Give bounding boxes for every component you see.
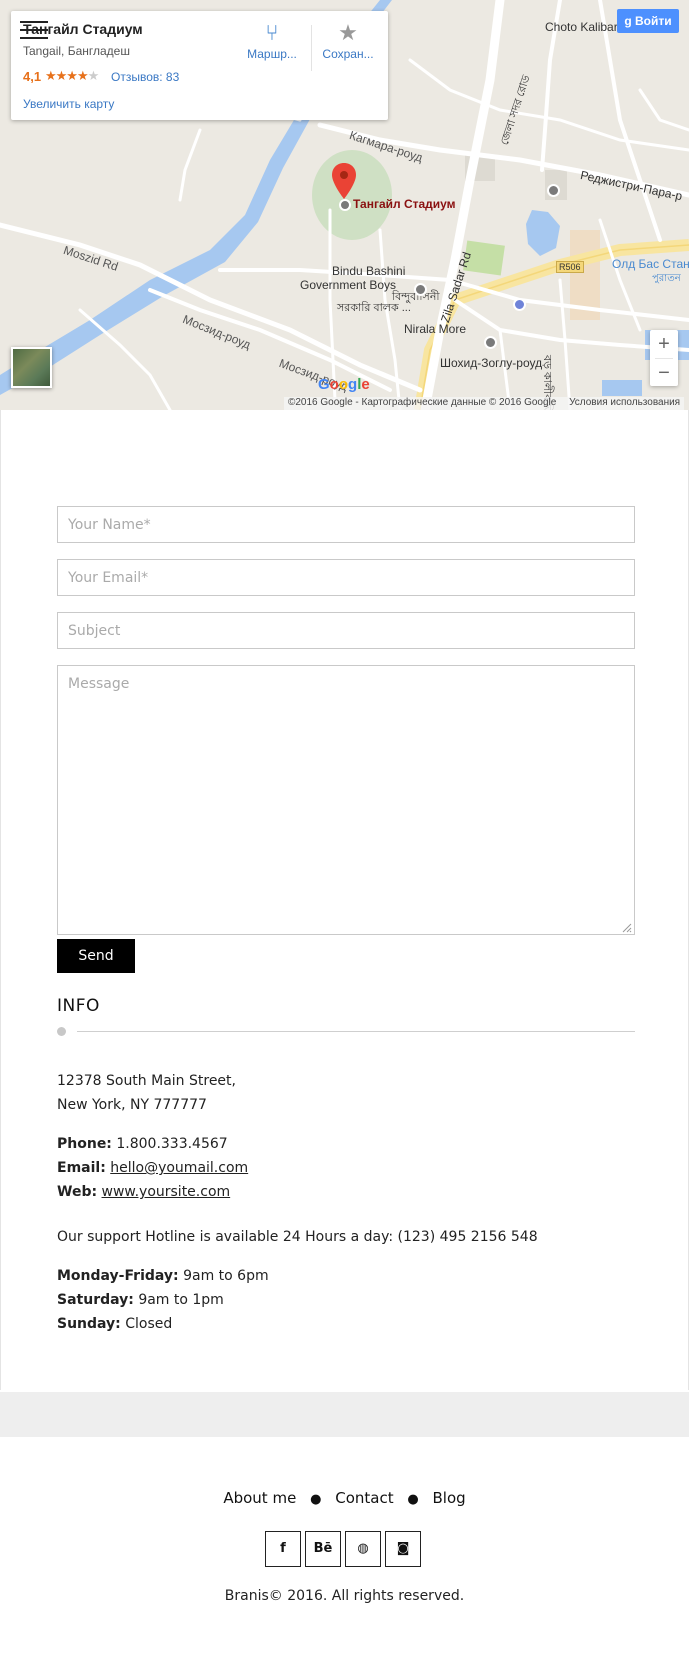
- poi-marker-icon[interactable]: [414, 283, 427, 296]
- page: Choto Kalibari Кагмара-роуд Реджистри-Па…: [0, 0, 689, 1670]
- heading-dot-icon: [57, 1027, 66, 1036]
- place-info-card: Тангайл Стадиум Tangail, Бангладеш 4,1 ★…: [11, 11, 388, 120]
- card-divider: [311, 25, 312, 71]
- map-label-r506: R506: [556, 261, 584, 273]
- footer-link-contact[interactable]: Contact: [335, 1489, 393, 1507]
- hours-label: Sunday:: [57, 1316, 121, 1332]
- hours-row: Saturday: 9am to 1pm: [57, 1292, 224, 1308]
- stadium-poi-icon: [339, 199, 351, 211]
- phone-label: Phone:: [57, 1136, 112, 1152]
- poi-marker-icon[interactable]: [547, 184, 560, 197]
- map-label-bindu-bashini-1: Bindu Bashini: [332, 264, 406, 278]
- subject-field[interactable]: [57, 612, 635, 649]
- hamburger-menu-icon[interactable]: [20, 21, 50, 43]
- zoom-control: + −: [650, 330, 678, 386]
- footer-separator-band: [0, 1392, 689, 1437]
- map-terms-link[interactable]: Условия использования: [569, 397, 680, 408]
- enlarge-map-link[interactable]: Увеличить карту: [23, 97, 114, 111]
- site-footer: About me ● Contact ● Blog f Bē ◍ ◙ Brani…: [0, 1437, 689, 1670]
- resize-grip-icon[interactable]: [622, 923, 632, 933]
- transit-marker-icon[interactable]: [513, 298, 526, 311]
- phone-value: 1.800.333.4567: [116, 1136, 228, 1152]
- contact-section: Send INFO 12378 South Main Street, New Y…: [0, 410, 689, 1390]
- map-label-choto-kalibari: Choto Kalibari: [545, 20, 621, 34]
- place-subtitle: Tangail, Бангладеш: [23, 44, 130, 58]
- dribbble-icon[interactable]: ◍: [345, 1531, 381, 1567]
- hours-value: Closed: [125, 1316, 173, 1332]
- social-links: f Bē ◍ ◙: [265, 1531, 425, 1567]
- rating-stars-icon: ★★★★★: [45, 68, 99, 83]
- map-pin-icon[interactable]: [332, 163, 356, 199]
- reviews-link[interactable]: Отзывов: 83: [111, 70, 179, 84]
- save-place-label: Сохран...: [322, 47, 374, 61]
- hours-value: 9am to 1pm: [138, 1292, 224, 1308]
- nav-bullet-icon: ●: [407, 1492, 419, 1507]
- hours-row: Monday-Friday: 9am to 6pm: [57, 1268, 269, 1284]
- hours-label: Saturday:: [57, 1292, 134, 1308]
- message-field[interactable]: [57, 665, 635, 935]
- name-field[interactable]: [57, 506, 635, 543]
- map-label-bindu-bashini-2: Government Boys: [300, 278, 397, 292]
- facebook-icon[interactable]: f: [265, 1531, 301, 1567]
- map-attribution: ©2016 Google - Картографические данные ©…: [284, 397, 685, 410]
- web-row: Web: www.yoursite.com: [57, 1184, 230, 1200]
- info-heading: INFO: [57, 996, 100, 1016]
- instagram-icon[interactable]: ◙: [385, 1531, 421, 1567]
- behance-icon[interactable]: Bē: [305, 1531, 341, 1567]
- hours-label: Monday-Friday:: [57, 1268, 179, 1284]
- map-label-old-bus-bn: পুরাতন: [652, 273, 681, 284]
- email-label: Email:: [57, 1160, 106, 1176]
- email-field[interactable]: [57, 559, 635, 596]
- email-row: Email: hello@youmail.com: [57, 1160, 248, 1176]
- google-logo-icon: Google: [318, 376, 370, 393]
- directions-label: Маршр...: [247, 47, 297, 61]
- zoom-in-button[interactable]: +: [650, 330, 678, 358]
- address-line-1: 12378 South Main Street,: [57, 1073, 236, 1089]
- place-rating: 4,1: [23, 69, 42, 84]
- footer-link-blog[interactable]: Blog: [432, 1489, 465, 1507]
- google-plus-icon: g: [624, 14, 632, 28]
- hours-value: 9am to 6pm: [183, 1268, 269, 1284]
- phone-row: Phone: 1.800.333.4567: [57, 1136, 228, 1152]
- save-place-button[interactable]: ★ Сохран...: [313, 19, 383, 61]
- directions-button[interactable]: ⑂ Маршр...: [237, 19, 307, 61]
- web-label: Web:: [57, 1184, 98, 1200]
- satellite-toggle-button[interactable]: [11, 347, 52, 388]
- directions-icon: ⑂: [265, 20, 279, 45]
- map-copyright: ©2016 Google - Картографические данные ©…: [288, 397, 557, 408]
- hotline-text: Our support Hotline is available 24 Hour…: [57, 1229, 538, 1245]
- nav-bullet-icon: ●: [310, 1492, 322, 1507]
- map-label-stadium: Тангайл Стадиум: [353, 197, 456, 211]
- web-link[interactable]: www.yoursite.com: [102, 1184, 231, 1200]
- copyright-text: Branis© 2016. All rights reserved.: [224, 1588, 465, 1604]
- footer-nav: About me ● Contact ● Blog: [0, 1489, 689, 1507]
- star-icon: ★: [338, 20, 358, 45]
- login-button[interactable]: g Войти: [617, 9, 679, 33]
- send-button[interactable]: Send: [57, 939, 135, 973]
- map-label-nirala-more: Nirala More: [404, 322, 467, 336]
- hours-row: Sunday: Closed: [57, 1316, 172, 1332]
- map-label-old-bus-stand: Олд Бас Стан: [612, 257, 689, 271]
- email-link[interactable]: hello@youmail.com: [110, 1160, 248, 1176]
- footer-link-about[interactable]: About me: [223, 1489, 296, 1507]
- heading-divider: [77, 1031, 635, 1032]
- embedded-google-map[interactable]: Choto Kalibari Кагмара-роуд Реджистри-Па…: [0, 0, 689, 410]
- zoom-out-button[interactable]: −: [650, 359, 678, 387]
- address-line-2: New York, NY 777777: [57, 1097, 207, 1113]
- map-label-shokhid-road: Шохид-Зоглу-роуд: [440, 356, 543, 370]
- poi-marker-icon[interactable]: [484, 336, 497, 349]
- login-label: Войти: [635, 14, 672, 28]
